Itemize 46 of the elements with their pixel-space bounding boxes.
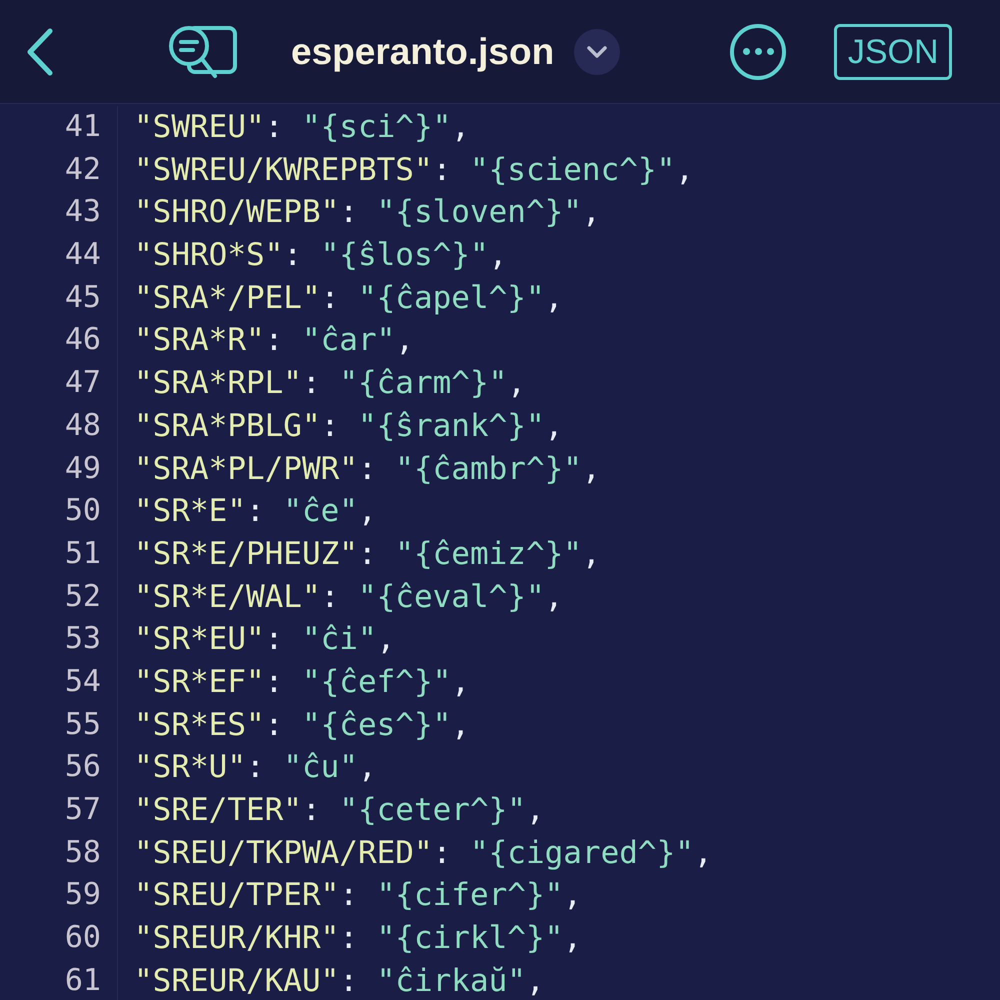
code-line: "SREUR/KAU": "ĉirkaŭ", (134, 962, 546, 1000)
more-options-button[interactable] (730, 24, 786, 80)
code-line: "SWREU/KWREPBTS": "{scienc^}", (134, 150, 695, 190)
code-line: "SR*E/WAL": "{ĉeval^}", (134, 578, 564, 617)
code-line: "SR*E": "ĉe", (134, 492, 378, 532)
line-number: 59 (64, 876, 101, 914)
code-line: "SRA*R": "ĉar", (134, 321, 415, 360)
file-title: esperanto.json (291, 30, 554, 74)
code-line: "SHRO/WEPB": "{sloven^}", (134, 193, 602, 232)
chevron-down-icon (586, 44, 608, 58)
line-number: 45 (64, 278, 101, 317)
line-number: 49 (64, 450, 101, 488)
line-number: 60 (64, 919, 101, 958)
line-number: 52 (64, 578, 101, 616)
code-line: "SRA*/PEL": "{ĉapel^}", (134, 278, 564, 318)
code-line: "SRA*PL/PWR": "{ĉambr^}", (134, 450, 602, 488)
line-number: 50 (64, 492, 101, 530)
code-line: "SREU/TKPWA/RED": "{cigared^}", (134, 834, 713, 873)
line-number: 55 (64, 706, 101, 744)
line-number: 47 (64, 364, 101, 402)
code-line: "SWREU": "{sci^}", (134, 108, 471, 147)
line-number: 48 (64, 406, 101, 445)
line-number: 58 (64, 834, 101, 872)
code-line: "SR*EF": "{ĉef^}", (134, 662, 471, 702)
line-number: 53 (64, 620, 101, 658)
code-line: "SREU/TPER": "{cifer^}", (134, 876, 583, 916)
line-number: 42 (64, 150, 101, 189)
code-line: "SR*EU": "ĉi", (134, 620, 396, 660)
line-number: 56 (64, 748, 101, 786)
line-number: 57 (64, 791, 101, 829)
code-line: "SRE/TER": "{ceter^}", (134, 791, 546, 830)
line-number: 43 (64, 193, 101, 232)
code-line: "SHRO*S": "{ŝlos^}", (134, 236, 508, 276)
line-number: 44 (64, 236, 101, 274)
code-line: "SR*ES": "{ĉes^}", (134, 706, 471, 745)
line-number: 54 (64, 662, 101, 701)
code-line: "SR*E/PHEUZ": "{ĉemiz^}", (134, 534, 602, 574)
line-number: 41 (64, 108, 101, 146)
code-line: "SR*U": "ĉu", (134, 748, 378, 788)
line-number: 46 (64, 321, 101, 360)
code-line: "SREUR/KHR": "{cirkl^}", (134, 919, 583, 958)
code-line: "SRA*PBLG": "{ŝrank^}", (134, 406, 564, 446)
line-number: 51 (64, 534, 101, 573)
code-line: "SRA*RPL": "{ĉarm^}", (134, 364, 527, 404)
format-button[interactable]: JSON (834, 24, 952, 80)
line-number: 61 (64, 962, 101, 1000)
